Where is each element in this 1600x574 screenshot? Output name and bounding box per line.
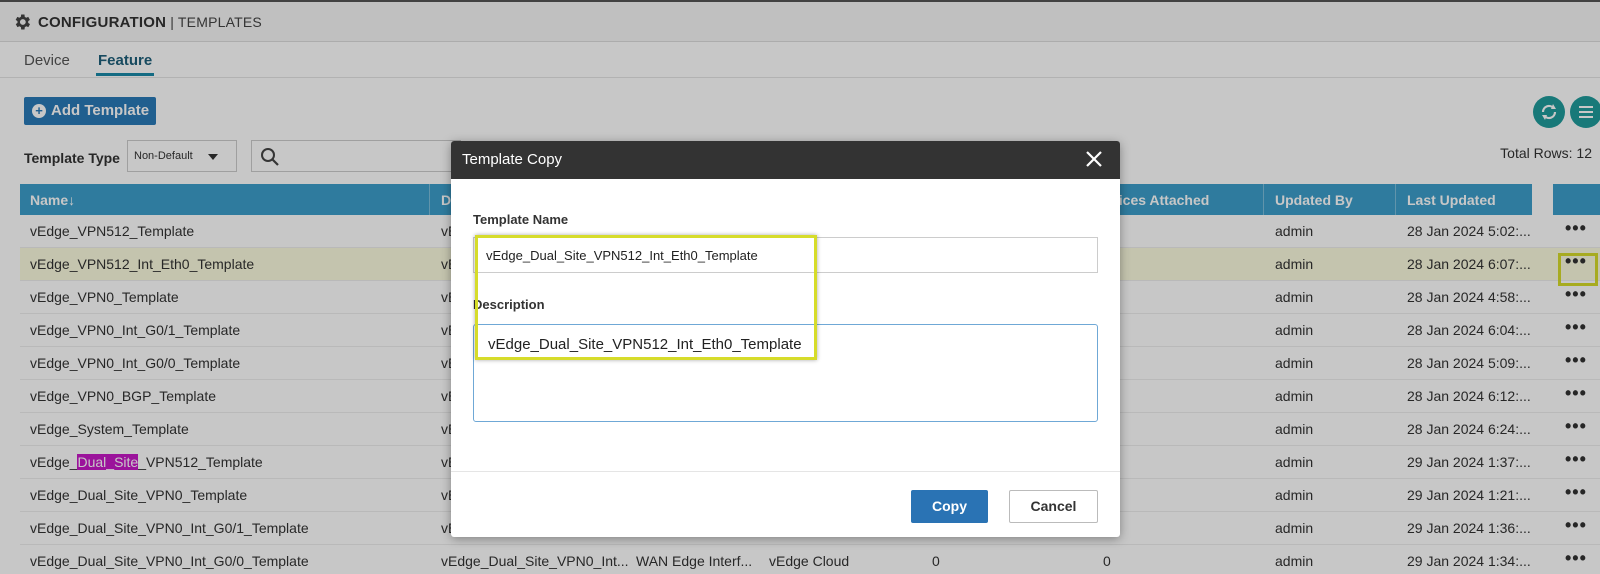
dialog-divider — [451, 471, 1120, 472]
copy-button[interactable]: Copy — [911, 490, 988, 523]
close-icon[interactable] — [1084, 149, 1104, 169]
annotation-highlight-box — [475, 235, 817, 360]
dialog-header: Template Copy — [451, 141, 1120, 179]
template-copy-dialog: Template Copy Template Name vEdge_Dual_S… — [451, 141, 1120, 537]
cancel-button[interactable]: Cancel — [1009, 490, 1098, 523]
template-name-label: Template Name — [473, 212, 569, 227]
dialog-title: Template Copy — [462, 151, 563, 168]
